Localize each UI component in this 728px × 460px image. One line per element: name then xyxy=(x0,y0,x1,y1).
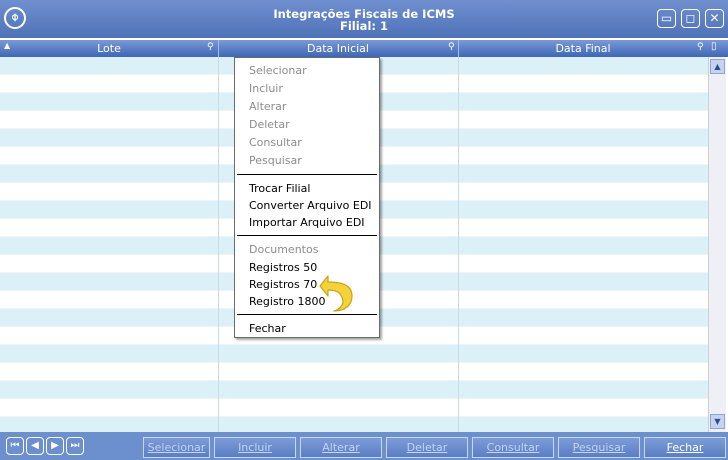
selecionar-button[interactable]: Selecionar xyxy=(143,437,210,458)
window-subtitle: Filial: 1 xyxy=(340,19,388,33)
menu-separator xyxy=(237,235,377,236)
table-row[interactable] xyxy=(0,381,708,399)
deletar-button[interactable]: Deletar xyxy=(386,437,468,458)
maximize-button[interactable]: ◻ xyxy=(681,9,700,28)
menu-item-pesquisar[interactable]: Pesquisar xyxy=(249,152,302,169)
column-header-data-inicial[interactable]: Data Inicial xyxy=(218,40,458,57)
footer-toolbar: ⏮ ◀ ▶ ⏭ Selecionar Incluir Alterar Delet… xyxy=(0,432,728,460)
menu-item-registros-70[interactable]: Registros 70 xyxy=(249,276,317,293)
next-record-button[interactable]: ▶ xyxy=(46,437,64,455)
menu-item-importar-arquivo-edi[interactable]: Importar Arquivo EDI xyxy=(249,214,365,231)
menu-item-documentos: Documentos xyxy=(249,243,319,256)
minimize-button[interactable]: ▭ xyxy=(657,9,676,28)
grid-header: ▲ Lote ⚲ Data Inicial ⚲ Data Final ⚲ ▯ xyxy=(0,40,728,57)
context-menu: Selecionar Incluir Alterar Deletar Consu… xyxy=(234,57,380,338)
alterar-button[interactable]: Alterar xyxy=(300,437,382,458)
scroll-up-icon[interactable]: ▲ xyxy=(710,59,725,74)
trash-icon[interactable]: ▯ xyxy=(711,41,717,52)
fechar-button[interactable]: Fechar xyxy=(644,437,726,458)
menu-item-incluir[interactable]: Incluir xyxy=(249,80,283,97)
consultar-button[interactable]: Consultar xyxy=(472,437,554,458)
close-button[interactable]: ✕ xyxy=(705,9,724,28)
first-record-button[interactable]: ⏮ xyxy=(6,437,24,455)
incluir-button[interactable]: Incluir xyxy=(214,437,296,458)
column-header-data-final[interactable]: Data Final xyxy=(458,40,708,57)
search-icon[interactable]: ⚲ xyxy=(207,42,214,52)
table-row[interactable] xyxy=(0,417,708,432)
menu-item-trocar-filial[interactable]: Trocar Filial xyxy=(249,180,310,197)
menu-item-deletar[interactable]: Deletar xyxy=(249,116,290,133)
menu-item-registros-50[interactable]: Registros 50 xyxy=(249,259,317,276)
table-row[interactable] xyxy=(0,345,708,363)
grid-column-line xyxy=(218,57,219,432)
menu-item-converter-arquivo-edi[interactable]: Converter Arquivo EDI xyxy=(249,197,372,214)
return-arrow-icon xyxy=(319,275,353,312)
search-icon[interactable]: ⚲ xyxy=(697,42,704,52)
previous-record-button[interactable]: ◀ xyxy=(26,437,44,455)
last-record-button[interactable]: ⏭ xyxy=(66,437,84,455)
table-row[interactable] xyxy=(0,399,708,417)
menu-separator xyxy=(237,314,377,315)
menu-item-registro-1800[interactable]: Registro 1800 xyxy=(249,293,326,310)
menu-item-alterar[interactable]: Alterar xyxy=(249,98,286,115)
menu-item-selecionar[interactable]: Selecionar xyxy=(249,62,307,79)
menu-item-consultar[interactable]: Consultar xyxy=(249,134,302,151)
pesquisar-button[interactable]: Pesquisar xyxy=(558,437,640,458)
scroll-down-icon[interactable]: ▼ xyxy=(710,414,725,429)
table-row[interactable] xyxy=(0,363,708,381)
search-icon[interactable]: ⚲ xyxy=(448,42,455,52)
title-bar[interactable]: ⌽ Integrações Fiscais de ICMS Filial: 1 … xyxy=(0,0,728,38)
column-header-lote[interactable]: Lote xyxy=(0,40,218,57)
grid-column-line xyxy=(458,57,459,432)
main-window: ⌽ Integrações Fiscais de ICMS Filial: 1 … xyxy=(0,0,728,460)
menu-separator xyxy=(237,174,377,175)
menu-item-fechar[interactable]: Fechar xyxy=(249,320,286,337)
vertical-scrollbar[interactable]: ▲ ▼ xyxy=(708,57,726,432)
